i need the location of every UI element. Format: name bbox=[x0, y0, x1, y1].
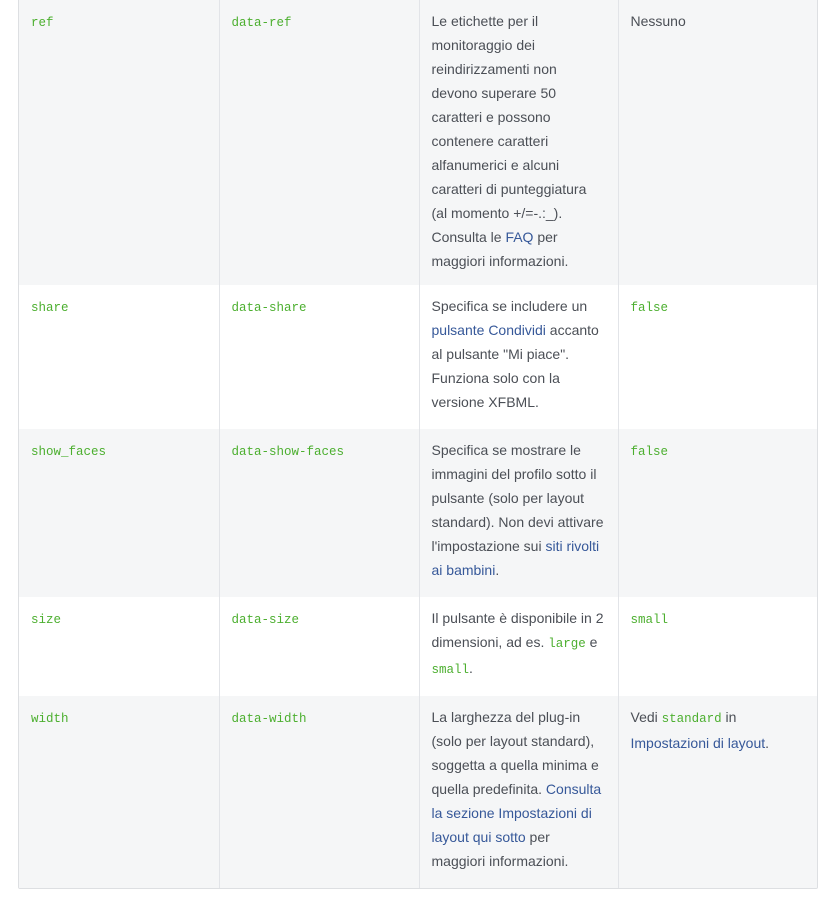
description-text: Le etichette per il monitoraggio dei rei… bbox=[431, 13, 587, 245]
description-cell: Specifica se mostrare le immagini del pr… bbox=[419, 429, 619, 597]
description-text: Specifica se includere un bbox=[431, 298, 588, 314]
default-cell: Nessuno bbox=[618, 0, 817, 285]
settings-table: ref data-ref Le etichette per il monitor… bbox=[18, 0, 818, 889]
default-value: Nessuno bbox=[630, 13, 686, 29]
table-row: size data-size Il pulsante è disponibile… bbox=[19, 597, 817, 696]
table-row: share data-share Specifica se includere … bbox=[19, 285, 817, 429]
default-cell: false bbox=[618, 285, 817, 429]
description-text: e bbox=[585, 634, 598, 650]
layout-settings-link[interactable]: Impostazioni di layout bbox=[631, 735, 766, 751]
table-row: show_faces data-show-faces Specifica se … bbox=[19, 429, 817, 597]
setting-cell: size bbox=[19, 597, 220, 696]
attribute-cell: data-share bbox=[219, 285, 420, 429]
attribute-name: data-show-faces bbox=[231, 445, 345, 459]
attribute-cell: data-ref bbox=[219, 0, 420, 285]
setting-name: show_faces bbox=[31, 445, 107, 459]
default-standard-code: standard bbox=[661, 712, 722, 726]
default-cell: false bbox=[618, 429, 817, 597]
attribute-cell: data-size bbox=[219, 597, 420, 696]
description-text: . bbox=[469, 660, 473, 676]
default-value: false bbox=[630, 301, 669, 315]
default-text: in bbox=[721, 709, 737, 725]
description-cell: Il pulsante è disponibile in 2 dimension… bbox=[419, 597, 619, 696]
default-value: false bbox=[630, 445, 669, 459]
faq-link[interactable]: FAQ bbox=[505, 229, 533, 245]
attribute-cell: data-show-faces bbox=[219, 429, 420, 597]
attribute-name: data-width bbox=[231, 712, 307, 726]
description-cell: La larghezza del plug-in (solo per layou… bbox=[419, 696, 619, 888]
default-cell: small bbox=[618, 597, 817, 696]
setting-name: size bbox=[31, 613, 62, 627]
default-text: Vedi bbox=[630, 709, 662, 725]
share-button-link[interactable]: pulsante Condividi bbox=[432, 322, 546, 338]
description-text: . bbox=[495, 562, 500, 578]
default-value: small bbox=[630, 613, 669, 627]
setting-name: ref bbox=[31, 16, 54, 30]
description-cell: Specifica se includere un pulsante Condi… bbox=[419, 285, 619, 429]
attribute-name: data-ref bbox=[231, 16, 292, 30]
setting-cell: show_faces bbox=[19, 429, 220, 597]
attribute-name: data-size bbox=[231, 613, 300, 627]
description-cell: Le etichette per il monitoraggio dei rei… bbox=[419, 0, 619, 285]
default-text: . bbox=[765, 735, 770, 751]
setting-name: share bbox=[31, 301, 69, 315]
default-cell: Vedi standard in Impostazioni di layout. bbox=[618, 696, 817, 888]
size-small-code: small bbox=[431, 663, 470, 677]
attribute-name: data-share bbox=[231, 301, 307, 315]
setting-name: width bbox=[31, 712, 69, 726]
attribute-cell: data-width bbox=[219, 696, 420, 888]
setting-cell: share bbox=[19, 285, 220, 429]
setting-cell: ref bbox=[19, 0, 220, 285]
size-large-code: large bbox=[548, 637, 586, 651]
table-row: ref data-ref Le etichette per il monitor… bbox=[19, 0, 817, 285]
setting-cell: width bbox=[19, 696, 220, 888]
table-row: width data-width La larghezza del plug-i… bbox=[19, 696, 817, 888]
